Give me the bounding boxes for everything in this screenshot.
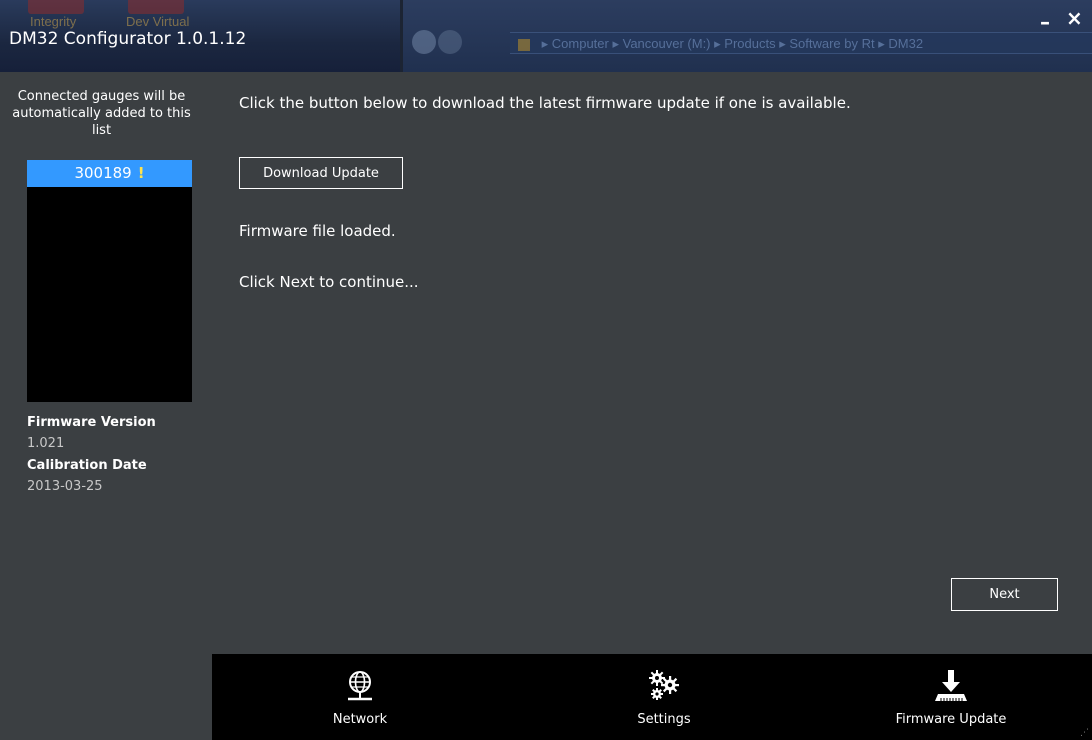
calibration-date-label: Calibration Date: [27, 458, 147, 473]
folder-icon: [518, 38, 530, 51]
sidebar: Connected gauges will be automatically a…: [0, 72, 212, 740]
minimize-button[interactable]: –: [1040, 12, 1050, 32]
firmware-version-label: Firmware Version: [27, 415, 156, 430]
bottom-nav: Network Settings Firmware Update: [212, 654, 1092, 740]
path-segment: Products: [724, 36, 776, 51]
gauge-list[interactable]: 300189!: [27, 160, 192, 402]
instruction-text: Click the button below to download the l…: [239, 94, 851, 112]
gauge-list-hint: Connected gauges will be automatically a…: [12, 89, 191, 138]
path-separator: ▸: [541, 36, 552, 51]
path-separator: ▸: [714, 36, 725, 51]
calibration-date-value: 2013-03-25: [27, 479, 103, 494]
close-button[interactable]: ×: [1066, 8, 1083, 28]
status-continue-text: Click Next to continue...: [239, 273, 419, 291]
background-explorer-path: ▸ Computer ▸ Vancouver (M:) ▸ Products ▸…: [510, 32, 1092, 54]
path-segment: Software by Rt: [789, 36, 875, 51]
path-separator: ▸: [779, 36, 790, 51]
path-separator: ▸: [612, 36, 623, 51]
gears-icon: [649, 670, 679, 700]
nav-label: Firmware Update: [895, 712, 1007, 727]
resize-grip[interactable]: ⋰: [1080, 728, 1090, 738]
firmware-update-panel: Click the button below to download the l…: [212, 72, 1092, 654]
desktop-icon-label: Integrity: [30, 14, 77, 29]
gauge-list-item[interactable]: 300189!: [27, 160, 192, 187]
path-separator: ▸: [878, 36, 889, 51]
background-explorer-nav: [412, 30, 462, 56]
desktop-icon-label: Dev Virtual: [126, 14, 190, 29]
nav-label: Network: [332, 712, 388, 727]
status-loaded-text: Firmware file loaded.: [239, 222, 396, 240]
desktop-shortcut-icon: [28, 0, 84, 14]
app-title: DM32 Configurator 1.0.1.12: [9, 29, 247, 49]
download-tray-icon: [935, 670, 967, 701]
gauge-id: 300189: [74, 164, 132, 182]
forward-arrow-icon: [438, 30, 462, 54]
path-segment: Vancouver (M:): [622, 36, 711, 51]
nav-item-settings[interactable]: Settings: [574, 654, 754, 740]
firmware-version-value: 1.021: [27, 436, 65, 451]
next-button[interactable]: Next: [951, 578, 1058, 611]
path-segment: DM32: [888, 36, 924, 51]
title-bar: Integrity Dev Virtual ▸ Computer ▸ Vanco…: [0, 0, 1092, 72]
download-update-button[interactable]: Download Update: [239, 157, 403, 189]
path-segment: Computer: [551, 36, 609, 51]
nav-item-network[interactable]: Network: [270, 654, 450, 740]
back-arrow-icon: [412, 30, 436, 54]
globe-network-icon: [348, 671, 372, 701]
nav-label: Settings: [637, 712, 691, 727]
nav-item-firmware-update[interactable]: Firmware Update: [861, 654, 1041, 740]
desktop-shortcut-icon: [128, 0, 184, 14]
warning-icon: !: [137, 164, 145, 182]
